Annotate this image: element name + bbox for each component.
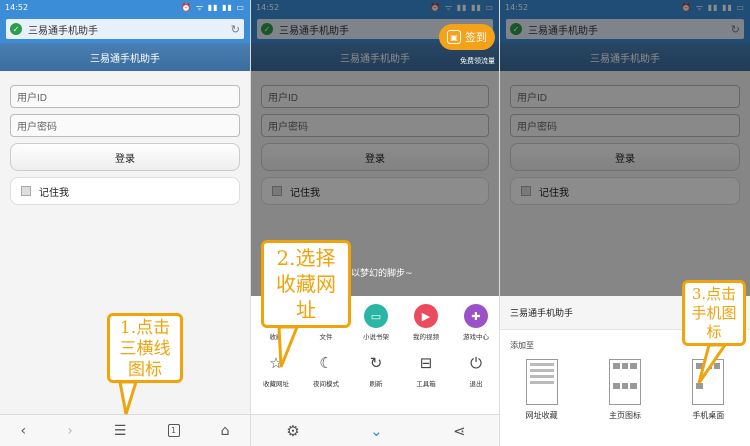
settings-icon[interactable]: ⚙ xyxy=(286,422,299,440)
remember-me[interactable]: 记住我 xyxy=(261,177,489,205)
menu-label: 工具箱 xyxy=(416,380,436,388)
tile-label: 网址收藏 xyxy=(525,411,558,420)
callout-step-1: 1.点击 三横线 图标 xyxy=(107,313,183,383)
app-title: 三易通手机助手 xyxy=(590,53,660,65)
menu-item-games[interactable]: ✚ 游戏中心 xyxy=(451,304,499,341)
callout-step-2: 2.选择 收藏网 址 xyxy=(261,240,351,328)
reload-icon[interactable]: ↻ xyxy=(231,23,240,36)
password-field[interactable]: 用户密码 xyxy=(510,114,740,137)
phone-screen-3: 14:52 ⏰ ᯤ ▮▮ ▮▮ ▭ ✓ 三易通手机助手 ↻ 三易通手机助手 用户… xyxy=(500,0,750,446)
login-button[interactable]: 登录 xyxy=(10,143,240,171)
url-bar: ✓ 三易通手机助手 ↻ xyxy=(500,15,750,43)
gift-icon: ▣ xyxy=(447,30,461,44)
password-field[interactable]: 用户密码 xyxy=(10,114,240,137)
app-header: 三易通手机助手 xyxy=(500,43,750,71)
password-field[interactable]: 用户密码 xyxy=(261,114,489,137)
menu-item-toolbox[interactable]: ⊟ 工具箱 xyxy=(401,351,451,388)
callout-arrow-2 xyxy=(277,325,300,368)
remember-checkbox[interactable] xyxy=(521,186,531,196)
reload-icon[interactable]: ↻ xyxy=(731,23,740,36)
status-icons: ⏰ ᯤ ▮▮ ▮▮ ▭ xyxy=(181,3,245,12)
book-icon: ▭ xyxy=(364,304,388,328)
signin-label: 签到 xyxy=(465,31,487,44)
user-id-field[interactable]: 用户ID xyxy=(10,85,240,108)
status-time: 14:52 xyxy=(505,3,529,12)
page-title: 三易通手机助手 xyxy=(28,25,98,37)
menu-label: 夜间模式 xyxy=(313,380,339,388)
tutorial-stage: 14:52 ⏰ ᯤ ▮▮ ▮▮ ▭ ✓ 三易通手机助手 ↻ 三易通手机助手 用户… xyxy=(0,0,750,446)
moon-icon: ☾ xyxy=(319,354,333,372)
page-title: 三易通手机助手 xyxy=(528,25,598,37)
remember-label: 记住我 xyxy=(539,187,569,199)
menu-label: 游戏中心 xyxy=(463,333,489,341)
login-button[interactable]: 登录 xyxy=(261,143,489,171)
app-title: 三易通手机助手 xyxy=(340,53,410,65)
grid-thumb-icon xyxy=(608,359,641,405)
remember-checkbox[interactable] xyxy=(272,186,282,196)
status-time: 14:52 xyxy=(256,3,280,12)
tabs-icon[interactable]: 1 xyxy=(167,424,180,437)
refresh-icon: ↻ xyxy=(369,354,383,372)
app-header: 三易通手机助手 xyxy=(0,43,250,71)
callout-arrow-3 xyxy=(697,343,728,384)
menu-item-refresh[interactable]: ↻ 刷新 xyxy=(351,351,401,388)
menu-item-exit[interactable]: ⏻ 退出 xyxy=(451,351,499,388)
gamepad-icon: ✚ xyxy=(464,304,488,328)
status-icons: ⏰ ᯤ ▮▮ ▮▮ ▭ xyxy=(681,3,745,12)
menu-icon[interactable]: ☰ xyxy=(114,423,127,439)
menu-label: 小说书架 xyxy=(363,333,389,341)
remember-me[interactable]: 记住我 xyxy=(10,177,240,205)
remember-me[interactable]: 记住我 xyxy=(510,177,740,205)
callout-arrow-1 xyxy=(118,380,139,415)
shield-check-icon: ✓ xyxy=(10,23,22,35)
share-icon[interactable]: ⋖ xyxy=(453,422,466,440)
signin-button[interactable]: ▣ 签到 xyxy=(439,24,495,50)
url-field[interactable]: ✓ 三易通手机助手 ↻ xyxy=(506,19,744,39)
user-id-field[interactable]: 用户ID xyxy=(261,85,489,108)
forward-icon[interactable]: › xyxy=(67,423,73,439)
callout-step-3: 3.点击 手机图 标 xyxy=(682,280,746,346)
shield-check-icon: ✓ xyxy=(261,23,273,35)
login-form: 用户ID 用户密码 登录 记住我 xyxy=(0,71,250,205)
status-icons: ⏰ ᯤ ▮▮ ▮▮ ▭ xyxy=(430,3,494,12)
status-bar: 14:52 ⏰ ᯤ ▮▮ ▮▮ ▭ xyxy=(0,0,250,15)
play-icon: ▶ xyxy=(414,304,438,328)
status-bar: 14:52 ⏰ ᯤ ▮▮ ▮▮ ▭ xyxy=(500,0,750,15)
menu-bottom-bar: ⚙ ⌄ ⋖ xyxy=(251,414,499,446)
phone-screen-2: 14:52 ⏰ ᯤ ▮▮ ▮▮ ▭ ✓ 三易通手机助手 三易通手机助手 用户ID… xyxy=(250,0,500,446)
motto-text: 以梦幻的脚步~ xyxy=(351,269,413,279)
login-button[interactable]: 登录 xyxy=(510,143,740,171)
menu-item-novels[interactable]: ▭ 小说书架 xyxy=(351,304,401,341)
free-data-link[interactable]: 免费领流量 xyxy=(460,56,495,66)
phone-screen-1: 14:52 ⏰ ᯤ ▮▮ ▮▮ ▭ ✓ 三易通手机助手 ↻ 三易通手机助手 用户… xyxy=(0,0,250,446)
tile-label: 主页图标 xyxy=(608,411,641,420)
list-thumb-icon xyxy=(525,359,558,405)
status-time: 14:52 xyxy=(5,3,29,12)
menu-item-videos[interactable]: ▶ 我的视频 xyxy=(401,304,451,341)
menu-label: 我的视频 xyxy=(413,333,439,341)
remember-label: 记住我 xyxy=(39,187,69,199)
user-id-field[interactable]: 用户ID xyxy=(510,85,740,108)
power-icon: ⏻ xyxy=(470,354,482,372)
login-form: 用户ID 用户密码 登录 记住我 xyxy=(251,71,499,205)
url-field[interactable]: ✓ 三易通手机助手 ↻ xyxy=(6,19,244,39)
tile-bookmarks[interactable]: 网址收藏 xyxy=(525,359,558,421)
status-bar: 14:52 ⏰ ᯤ ▮▮ ▮▮ ▭ xyxy=(251,0,499,15)
login-form: 用户ID 用户密码 登录 记住我 xyxy=(500,71,750,205)
menu-label: 文件 xyxy=(319,333,333,341)
tile-homepage-icon[interactable]: 主页图标 xyxy=(608,359,641,421)
home-icon[interactable]: ⌂ xyxy=(221,423,230,439)
remember-checkbox[interactable] xyxy=(21,186,31,196)
app-title: 三易通手机助手 xyxy=(90,53,160,65)
tile-label: 手机桌面 xyxy=(692,411,725,420)
menu-label: 收藏网址 xyxy=(263,380,289,388)
toolbox-icon: ⊟ xyxy=(419,354,433,372)
back-icon[interactable]: ‹ xyxy=(21,423,27,439)
remember-label: 记住我 xyxy=(290,187,320,199)
url-bar: ✓ 三易通手机助手 ↻ xyxy=(0,15,250,43)
chevron-down-icon[interactable]: ⌄ xyxy=(370,422,383,440)
shield-check-icon: ✓ xyxy=(510,23,522,35)
menu-label: 刷新 xyxy=(369,380,383,388)
menu-label: 退出 xyxy=(469,380,483,388)
